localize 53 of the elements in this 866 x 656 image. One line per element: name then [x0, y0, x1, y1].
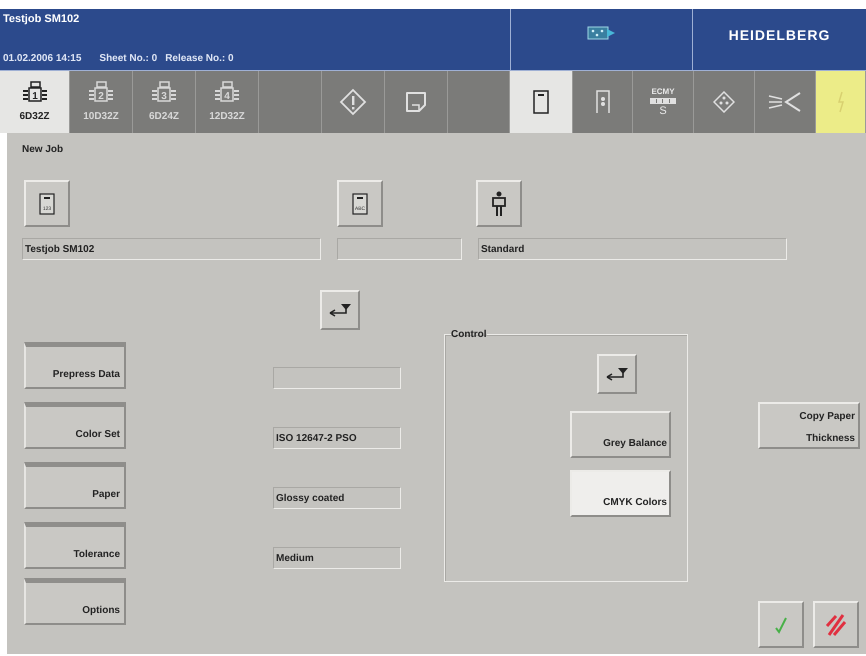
printing-unit-icon: [152, 80, 176, 102]
settings-button[interactable]: Color Set: [24, 402, 126, 449]
sheet-icon: [404, 90, 428, 114]
mode-button[interactable]: CMYK Colors: [570, 470, 671, 517]
toolbar-tab[interactable]: 1 6D32Z: [0, 71, 70, 133]
toolbar-tab[interactable]: [510, 71, 573, 133]
apply-button[interactable]: [320, 290, 360, 330]
ink-blocks-icon: [650, 98, 676, 104]
settings-button[interactable]: Prepress Data: [24, 342, 126, 389]
value-field[interactable]: Glossy coated: [273, 487, 401, 509]
mode-button[interactable]: Grey Balance: [570, 411, 671, 458]
job-name-field[interactable]: Testjob SM102: [22, 238, 321, 260]
warning-icon: [339, 88, 367, 116]
check-icon: [774, 616, 788, 634]
value-field[interactable]: Medium: [273, 547, 401, 569]
flash-icon: [836, 91, 844, 113]
section-title: New Job: [22, 143, 64, 157]
register-icon: [596, 90, 610, 114]
person-icon: [492, 190, 506, 216]
release-number: Release No.: 0: [165, 52, 234, 66]
return-arrow-icon: [605, 366, 629, 382]
settings-button[interactable]: Tolerance: [24, 522, 126, 569]
operator-button[interactable]: [476, 180, 522, 227]
transfer-icon: [586, 24, 616, 40]
copy-paper-thickness-button[interactable]: Copy Paper Thickness: [758, 402, 860, 449]
ok-button[interactable]: [758, 601, 804, 648]
sheet-number: Sheet No.: 0: [99, 52, 158, 66]
light-beam-icon: [768, 91, 802, 113]
printing-unit-icon: [215, 80, 239, 102]
settings-button[interactable]: Paper: [24, 462, 126, 509]
group-label: Control: [451, 328, 487, 342]
apply-button[interactable]: [597, 354, 637, 394]
unit-number: 2: [98, 90, 104, 102]
document-icon: [39, 192, 55, 214]
unit-number: 4: [224, 90, 230, 102]
printing-unit-icon: [89, 80, 113, 102]
unit-number: 3: [161, 90, 167, 102]
diamond-dots-icon: [713, 91, 735, 113]
profile-field[interactable]: Standard: [478, 238, 787, 260]
job-title: Testjob SM102: [3, 12, 80, 27]
printing-unit-icon: [22, 80, 46, 102]
text-field[interactable]: [337, 238, 462, 260]
settings-button[interactable]: Options: [24, 578, 126, 625]
cancel-icon: [826, 614, 846, 636]
unit-number: 1: [32, 90, 38, 102]
value-field[interactable]: [273, 367, 401, 389]
document-icon: [352, 192, 368, 214]
date-time: 01.02.2006 14:15: [3, 52, 82, 66]
brand-logo: HEIDELBERG: [728, 26, 830, 45]
value-field[interactable]: ISO 12647-2 PSO: [273, 427, 401, 449]
cancel-button[interactable]: [813, 601, 859, 648]
document-icon: [533, 90, 549, 114]
return-arrow-icon: [328, 302, 352, 318]
